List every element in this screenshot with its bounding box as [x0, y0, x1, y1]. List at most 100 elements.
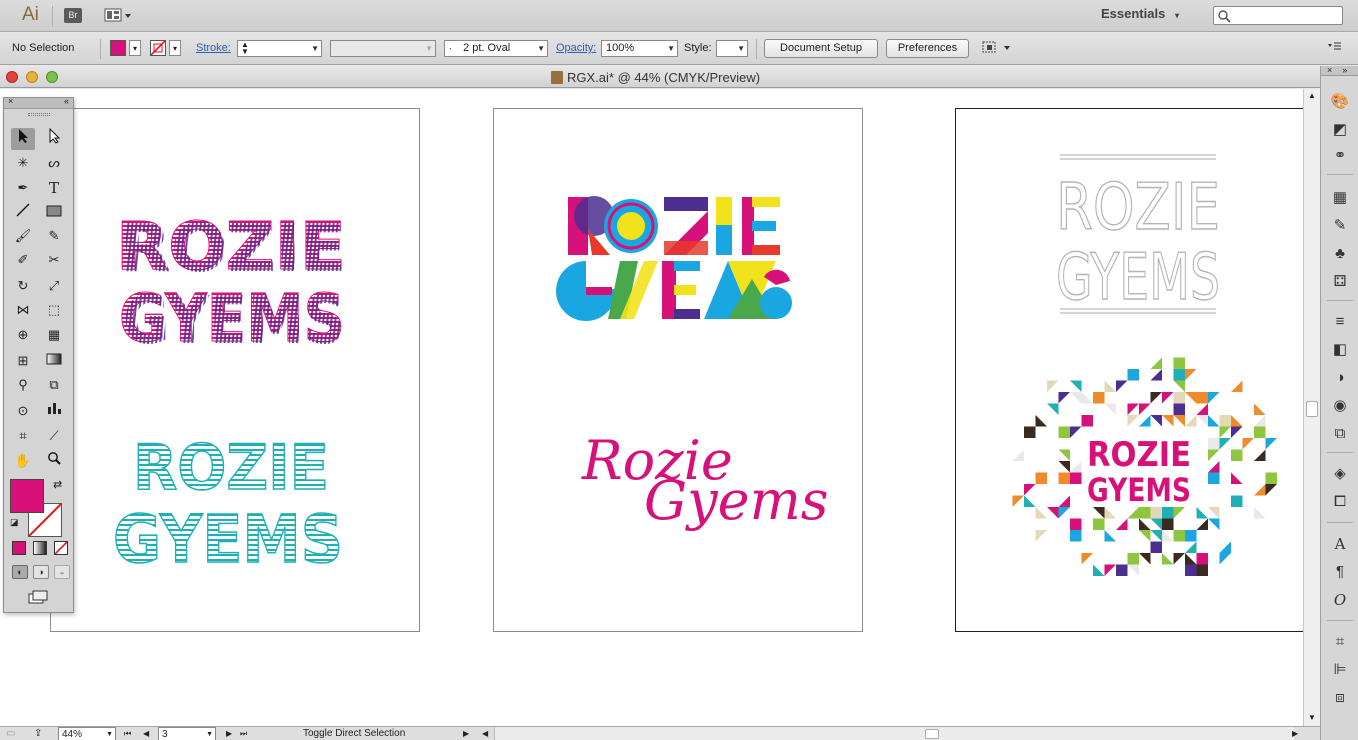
- shape-builder-tool[interactable]: ⊕: [11, 324, 35, 346]
- gradient-panel-icon[interactable]: ◧: [1330, 340, 1350, 360]
- zoom-window-button[interactable]: [46, 71, 58, 83]
- color-mode-button[interactable]: [12, 541, 26, 555]
- stroke-label-link[interactable]: Stroke:: [196, 42, 231, 54]
- transform-panel-icon[interactable]: ⌗: [1330, 632, 1350, 652]
- stroke-dropdown[interactable]: ▾: [169, 40, 181, 56]
- paintbrush-tool[interactable]: 🖌: [11, 225, 35, 247]
- draw-normal-button[interactable]: ◐: [12, 565, 28, 579]
- transparency-panel-icon[interactable]: ◑: [1330, 368, 1350, 388]
- links-panel-icon[interactable]: ⧉: [1330, 424, 1350, 444]
- help-search-input[interactable]: [1213, 6, 1343, 25]
- type-tool[interactable]: T: [42, 177, 66, 199]
- artboard-2[interactable]: Rozie Gyems: [493, 108, 863, 632]
- vertical-scroll-thumb[interactable]: [1306, 401, 1318, 417]
- panel-menu-icon[interactable]: [1326, 40, 1342, 57]
- variable-width-profile-dropdown[interactable]: ▼: [330, 40, 436, 57]
- close-window-button[interactable]: [6, 71, 18, 83]
- paragraph-panel-icon[interactable]: ¶: [1330, 562, 1350, 582]
- scale-tool[interactable]: ⤢: [42, 275, 66, 297]
- appearance-panel-icon[interactable]: ◉: [1330, 396, 1350, 416]
- swap-colors-icon[interactable]: ⇄: [53, 478, 62, 491]
- width-tool[interactable]: ⋈: [11, 299, 35, 321]
- horizontal-scroll-thumb[interactable]: [925, 729, 939, 739]
- kuler-panel-icon[interactable]: ⚭: [1330, 146, 1350, 166]
- scroll-down-icon[interactable]: ▼: [1308, 713, 1316, 722]
- scroll-right-icon[interactable]: ▶: [1292, 727, 1298, 740]
- color-guide-panel-icon[interactable]: ◩: [1330, 120, 1350, 140]
- lasso-tool[interactable]: ᔕ: [42, 152, 66, 174]
- tools-panel-header[interactable]: × «: [4, 96, 73, 109]
- default-colors-icon[interactable]: ◪: [10, 517, 19, 528]
- screen-mode-button[interactable]: [28, 590, 50, 607]
- isolate-selected-button[interactable]: [980, 39, 1012, 60]
- stepper-icon[interactable]: ▲ ▼: [241, 41, 249, 56]
- artboard-tool[interactable]: ⌗: [11, 425, 35, 447]
- none-mode-button[interactable]: [54, 541, 68, 555]
- graphic-styles-panel-icon[interactable]: ⚃: [1330, 272, 1350, 292]
- zoom-level-field[interactable]: 44% ▼: [58, 727, 116, 740]
- swatches-panel-icon[interactable]: ▦: [1330, 188, 1350, 208]
- status-menu-arrow[interactable]: ▶: [463, 727, 469, 740]
- close-icon[interactable]: ×: [8, 96, 13, 106]
- brushes-panel-icon[interactable]: ✎: [1330, 216, 1350, 236]
- zoom-tool[interactable]: [42, 450, 66, 472]
- blob-brush-tool[interactable]: ✐: [11, 249, 35, 271]
- preferences-button[interactable]: Preferences: [886, 39, 969, 58]
- bridge-button[interactable]: Br: [64, 8, 82, 23]
- next-artboard-button[interactable]: ▶: [226, 727, 232, 740]
- dock-header[interactable]: ×»: [1321, 66, 1358, 76]
- expand-icon[interactable]: »: [1342, 65, 1347, 75]
- magic-wand-tool[interactable]: ✳: [11, 152, 35, 174]
- symbol-sprayer-tool[interactable]: ⊙: [11, 400, 35, 422]
- opentype-panel-icon[interactable]: O: [1330, 590, 1350, 610]
- draw-behind-button[interactable]: ◑: [33, 565, 49, 579]
- fill-dropdown[interactable]: ▾: [129, 40, 141, 56]
- collapse-icon[interactable]: «: [64, 96, 69, 106]
- document-setup-button[interactable]: Document Setup: [764, 39, 878, 58]
- stroke-swatch[interactable]: [150, 40, 166, 56]
- symbols-panel-icon[interactable]: ♣: [1330, 244, 1350, 264]
- graphic-style-dropdown[interactable]: ▼: [716, 40, 748, 57]
- opacity-label-link[interactable]: Opacity:: [556, 42, 596, 54]
- column-graph-tool[interactable]: [42, 400, 66, 422]
- hand-tool[interactable]: ✋: [11, 450, 35, 472]
- minimize-window-button[interactable]: [26, 71, 38, 83]
- share-icon[interactable]: ⇪: [34, 727, 42, 740]
- previous-artboard-button[interactable]: ◀: [143, 727, 149, 740]
- rotate-tool[interactable]: ↻: [11, 275, 35, 297]
- pen-tool[interactable]: ✒: [11, 177, 35, 199]
- artboard-3-active[interactable]: ROZIE GYEMS ROZIE GYEMS: [955, 108, 1303, 632]
- scroll-up-icon[interactable]: ▲: [1308, 91, 1316, 100]
- eyedropper-tool[interactable]: ⚲: [11, 374, 35, 396]
- last-artboard-button[interactable]: ⏭: [240, 727, 247, 740]
- rectangle-tool[interactable]: [42, 202, 66, 224]
- slice-tool[interactable]: ⟋: [42, 425, 66, 447]
- artboards-panel-icon[interactable]: ⧠: [1330, 492, 1350, 512]
- horizontal-scrollbar[interactable]: [494, 727, 1294, 740]
- align-panel-icon[interactable]: ⊫: [1330, 660, 1350, 680]
- direct-selection-tool[interactable]: [42, 127, 66, 150]
- layers-panel-icon[interactable]: ◈: [1330, 464, 1350, 484]
- fill-color-box[interactable]: [10, 479, 44, 513]
- character-panel-icon[interactable]: A: [1330, 534, 1350, 554]
- artboard-1[interactable]: ROZIE ROZIE GYEMS GYEMS ROZIE GYEMS: [50, 108, 420, 632]
- workspace-switcher[interactable]: Essentials ▾: [1101, 6, 1179, 21]
- mesh-tool[interactable]: ⊞: [11, 350, 35, 372]
- blend-tool[interactable]: ⧉: [42, 374, 66, 396]
- selection-tool[interactable]: [11, 128, 35, 150]
- draw-inside-button[interactable]: ◒: [54, 565, 70, 579]
- stroke-weight-field[interactable]: ▲ ▼ ▼: [237, 40, 322, 57]
- brush-definition-dropdown[interactable]: · 2 pt. Oval ▼: [444, 40, 548, 57]
- pathfinder-panel-icon[interactable]: ⧈: [1330, 688, 1350, 708]
- pencil-tool[interactable]: ✎: [42, 225, 66, 247]
- gradient-tool[interactable]: [42, 350, 66, 372]
- scroll-left-icon[interactable]: ◀: [482, 727, 488, 740]
- line-segment-tool[interactable]: [11, 202, 35, 224]
- scissors-tool[interactable]: ✂: [42, 249, 66, 271]
- stroke-panel-icon[interactable]: ≡: [1330, 312, 1350, 332]
- fill-swatch[interactable]: [110, 40, 126, 56]
- close-icon[interactable]: ×: [1327, 65, 1332, 75]
- arrange-documents-button[interactable]: [104, 8, 132, 23]
- vertical-scrollbar[interactable]: ▲ ▼: [1303, 89, 1320, 726]
- artboard-number-field[interactable]: 3 ▼: [158, 727, 216, 740]
